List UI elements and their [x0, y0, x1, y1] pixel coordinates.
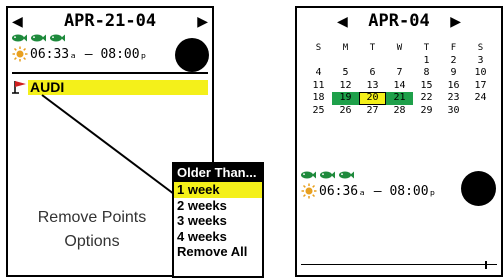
calendar-blank	[386, 55, 413, 68]
sun-times: 06:33ₐ – 08:00ₚ	[30, 46, 148, 62]
right-arrow-icon[interactable]: ▶	[450, 13, 461, 29]
calendar-day[interactable]: 26	[332, 105, 359, 118]
month-nav-bar: ◀ APR-04 ▶	[337, 12, 461, 30]
calendar-day[interactable]: 28	[386, 105, 413, 118]
weekday-label: M	[342, 43, 349, 53]
calendar-week-row: 25 26 27 28 29 30	[305, 105, 495, 118]
waypoint-row-audi[interactable]: AUDI	[12, 79, 208, 95]
weekday-label: T	[369, 43, 376, 53]
calendar-blank	[359, 55, 386, 68]
fish-icon	[31, 34, 46, 42]
sunrise-sunset-row: 06:33ₐ – 08:00ₚ	[12, 46, 147, 62]
hunt-fish-month-screen: ◀ APR-04 ▶ S M T W T F S 1 2 3 4 5 6 7 8 9 10 11 12 13 14 15 1…	[295, 6, 503, 277]
calendar-week-row: 11 12 13 14 15 16 17	[305, 80, 495, 93]
waypoint-name: AUDI	[28, 79, 208, 95]
weekday-header: SMTWTFS	[305, 42, 495, 55]
calendar-day[interactable]: 21	[386, 92, 413, 105]
weekday-label: S	[315, 43, 322, 53]
date-title: APR-21-04	[63, 11, 157, 31]
calendar-day[interactable]: 29	[413, 105, 440, 118]
month-calendar: S M T W T F S 1 2 3 4 5 6 7 8 9 10 11 12 13 14 15 16 17 18 19 20 21…	[305, 42, 495, 117]
calendar-day[interactable]: 15	[413, 80, 440, 93]
calendar-day[interactable]: 5	[332, 67, 359, 80]
divider	[301, 264, 497, 265]
calendar-day[interactable]: 1	[413, 55, 440, 68]
right-arrow-icon[interactable]: ▶	[197, 13, 208, 29]
caption: Remove Points Options	[22, 206, 162, 254]
menu-item-4-weeks[interactable]: 4 weeks	[174, 229, 262, 245]
calendar-day[interactable]: 12	[332, 80, 359, 93]
menu-item-remove-all[interactable]: Remove All	[174, 244, 262, 260]
calendar-day[interactable]: 9	[440, 67, 467, 80]
calendar-day[interactable]: 25	[305, 105, 332, 118]
calendar-day[interactable]: 10	[467, 67, 494, 80]
weekday-label: T	[423, 43, 430, 53]
caption-line-2: Options	[64, 233, 120, 250]
calendar-day[interactable]: 22	[413, 92, 440, 105]
moon-phase-icon	[461, 171, 496, 206]
sun-icon	[12, 46, 28, 62]
menu-title: Older Than...	[174, 164, 262, 182]
calendar-day[interactable]: 17	[467, 80, 494, 93]
month-title: APR-04	[368, 11, 430, 31]
calendar-day[interactable]: 14	[386, 80, 413, 93]
waypoint-flag-icon	[12, 81, 26, 94]
calendar-blank	[305, 55, 332, 68]
calendar-day[interactable]: 11	[305, 80, 332, 93]
calendar-day[interactable]: 30	[440, 105, 467, 118]
calendar-week-row: 123	[305, 55, 495, 68]
sun-times: 06:36ₐ – 08:00ₚ	[319, 183, 437, 199]
fish-icon	[12, 34, 27, 42]
calendar-day[interactable]: 4	[305, 67, 332, 80]
moon-phase-icon	[175, 38, 209, 72]
fish-icon	[320, 171, 335, 179]
calendar-day[interactable]: 8	[413, 67, 440, 80]
calendar-day[interactable]: 13	[359, 80, 386, 93]
weekday-label: F	[450, 43, 457, 53]
calendar-day[interactable]: 20	[359, 92, 386, 105]
calendar-day[interactable]: 18	[305, 92, 332, 105]
fishing-rating	[12, 34, 65, 42]
weekday-label: S	[477, 43, 484, 53]
calendar-blank	[467, 105, 494, 118]
sun-icon	[301, 183, 317, 199]
fish-icon	[301, 171, 316, 179]
remove-points-menu: Older Than... 1 week 2 weeks 3 weeks 4 w…	[172, 162, 264, 278]
calendar-day[interactable]: 7	[386, 67, 413, 80]
weekday-label: W	[396, 43, 403, 53]
calendar-day[interactable]: 27	[359, 105, 386, 118]
calendar-week-row: 4 5 6 7 8 9 10	[305, 67, 495, 80]
fish-icon	[339, 171, 354, 179]
calendar-day[interactable]: 3	[467, 55, 494, 68]
calendar-blank	[332, 55, 359, 68]
calendar-week-row: 18 19 20 21 22 23 24	[305, 92, 495, 105]
date-nav-bar: ◀ APR-21-04 ▶	[12, 12, 208, 30]
menu-item-3-weeks[interactable]: 3 weeks	[174, 213, 262, 229]
caption-line-1: Remove Points	[37, 209, 147, 226]
divider	[12, 72, 208, 74]
menu-item-2-weeks[interactable]: 2 weeks	[174, 198, 262, 214]
calendar-day[interactable]: 16	[440, 80, 467, 93]
fishing-rating	[301, 171, 354, 179]
scroll-marker	[485, 261, 487, 269]
calendar-day[interactable]: 19	[332, 92, 359, 105]
calendar-day[interactable]: 2	[440, 55, 467, 68]
sunrise-sunset-row: 06:36ₐ – 08:00ₚ	[301, 183, 436, 199]
calendar-day[interactable]: 6	[359, 67, 386, 80]
fish-icon	[50, 34, 65, 42]
calendar-day[interactable]: 23	[440, 92, 467, 105]
menu-item-1-week[interactable]: 1 week	[174, 182, 262, 198]
calendar-day[interactable]: 24	[467, 92, 494, 105]
